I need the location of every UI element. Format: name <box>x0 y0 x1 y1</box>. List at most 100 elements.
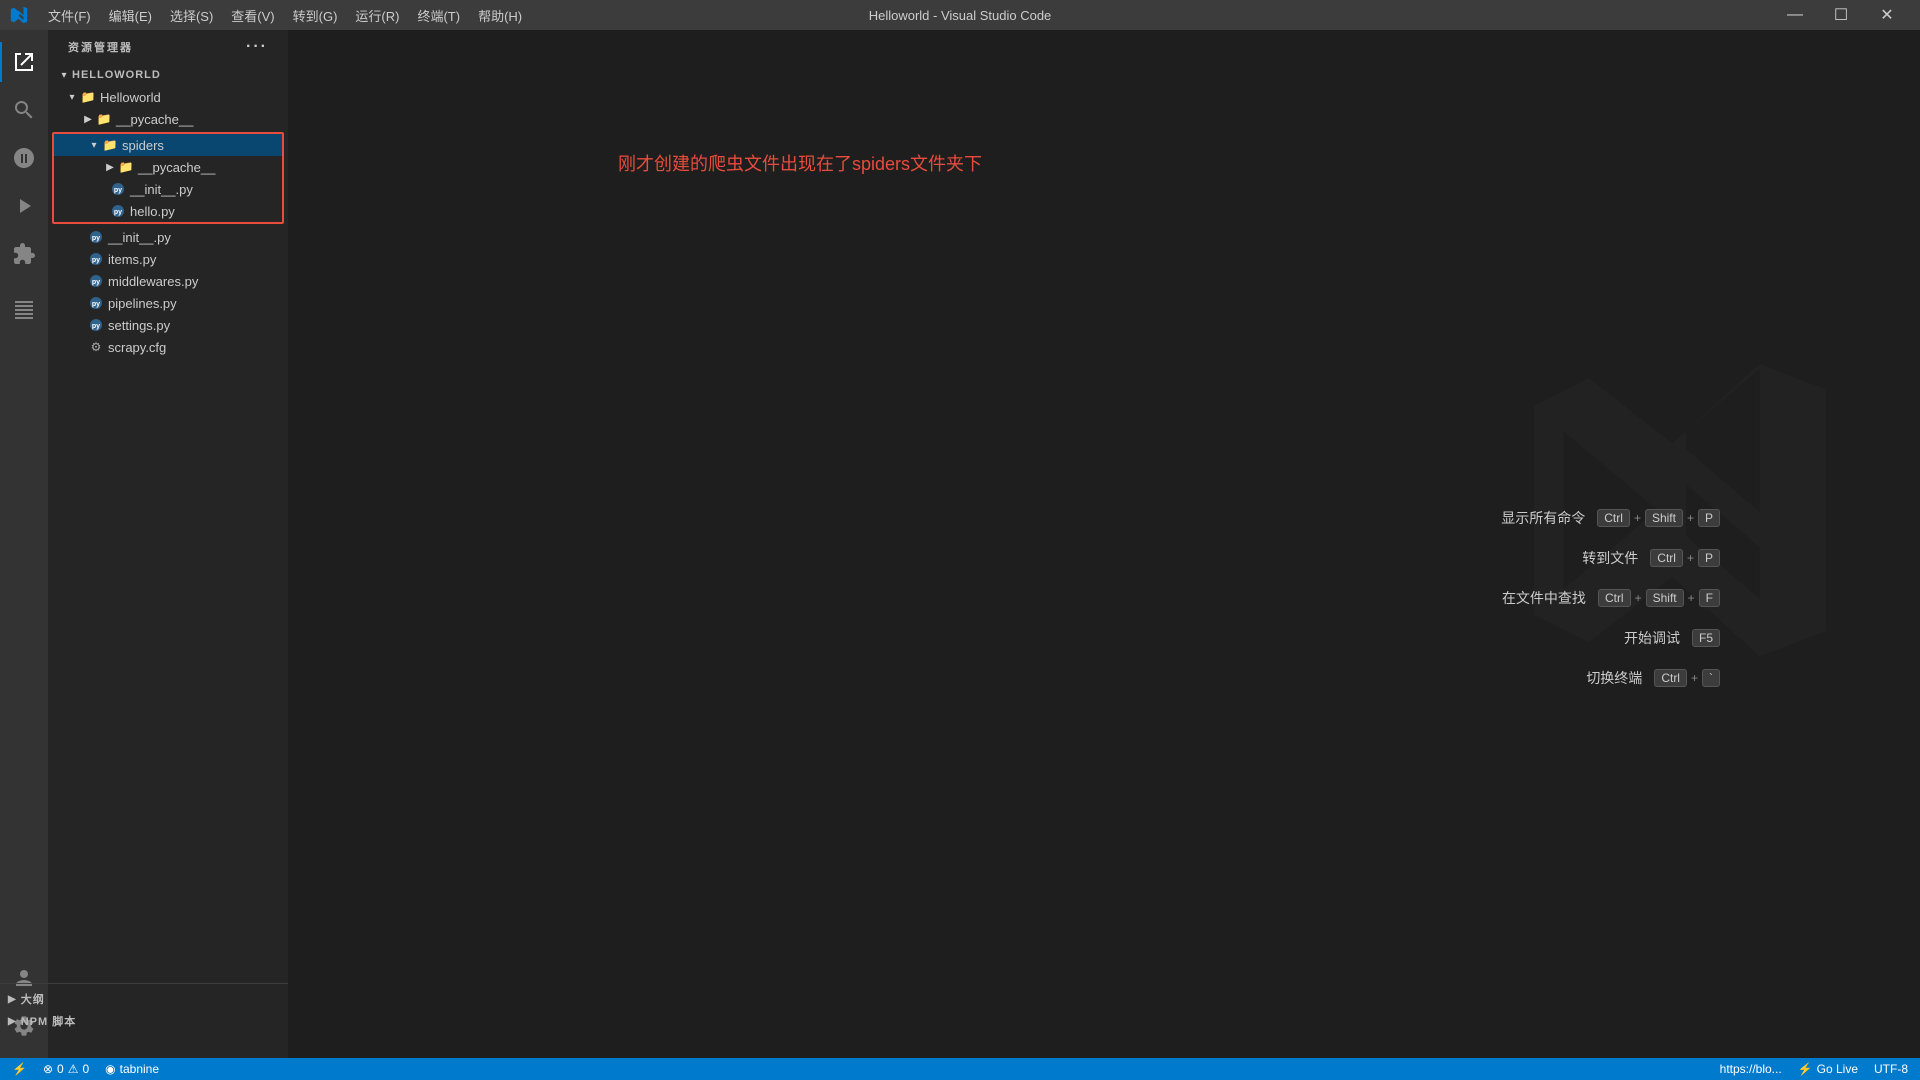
close-button[interactable]: ✕ <box>1864 0 1910 30</box>
file-hello-py[interactable]: py hello.py <box>54 200 282 222</box>
status-bar: ⚡ ⊗ 0 ⚠ 0 ◉ tabnine https://blo... ⚡ Go … <box>0 1058 1920 1080</box>
activity-git[interactable] <box>0 134 48 182</box>
menu-select[interactable]: 选择(S) <box>162 4 221 27</box>
outline-panel: ▶ 大纲 ▶ NPM 脚本 <box>48 983 288 1036</box>
activity-explorer[interactable] <box>0 38 48 86</box>
main-area: 资源管理器 ··· ▾ HELLOWORLD ▾ 📁 Helloworld ▶ … <box>0 30 1920 1058</box>
status-errors[interactable]: ⊗ 0 ⚠ 0 <box>39 1058 93 1080</box>
svg-text:py: py <box>92 279 100 286</box>
editor-content: 刚才创建的爬虫文件出现在了spiders文件夹下 显示所有命令 Ctrl + S… <box>288 30 1920 1058</box>
warning-count: 0 <box>82 1062 89 1076</box>
menu-terminal[interactable]: 终端(T) <box>409 4 468 27</box>
minimize-button[interactable]: — <box>1772 0 1818 30</box>
npm-label: NPM 脚本 <box>48 1013 76 1029</box>
activity-bar <box>0 30 48 1058</box>
status-encoding[interactable]: UTF-8 <box>1870 1058 1912 1080</box>
plus-4: + <box>1691 671 1698 685</box>
file-middlewares-py[interactable]: py middlewares.py <box>48 270 288 292</box>
find-in-files-label: 在文件中查找 <box>1502 588 1586 608</box>
status-url[interactable]: https://blo... <box>1716 1058 1786 1080</box>
annotation-text: 刚才创建的爬虫文件出现在了spiders文件夹下 <box>618 150 982 176</box>
shortcut-all-commands: 显示所有命令 Ctrl + Shift + P <box>1501 508 1720 528</box>
file-settings-py[interactable]: py settings.py <box>48 314 288 336</box>
svg-text:py: py <box>114 209 122 216</box>
folder-helloworld[interactable]: ▾ 📁 Helloworld <box>48 86 288 108</box>
sidebar-header: 资源管理器 ··· <box>48 30 288 64</box>
settings-py-label: settings.py <box>108 318 170 333</box>
file-init-py[interactable]: py __init__.py <box>48 226 288 248</box>
pipelines-py-label: pipelines.py <box>108 296 177 311</box>
all-commands-label: 显示所有命令 <box>1501 508 1585 528</box>
items-py-label: items.py <box>108 252 156 267</box>
key-ctrl-3: Ctrl <box>1598 589 1631 607</box>
goto-file-keys: Ctrl + P <box>1650 549 1720 567</box>
spiders-init-label: __init__.py <box>130 182 193 197</box>
py-icon-settings: py <box>88 317 104 333</box>
plus-1a: + <box>1634 511 1641 525</box>
status-right: https://blo... ⚡ Go Live UTF-8 <box>1716 1058 1912 1080</box>
plus-2: + <box>1687 551 1694 565</box>
npm-panel-header[interactable]: ▶ NPM 脚本 <box>48 1010 288 1032</box>
titlebar: 文件(F) 编辑(E) 选择(S) 查看(V) 转到(G) 运行(R) 终端(T… <box>0 0 1920 30</box>
folder-icon: 📁 <box>80 89 96 105</box>
status-go-live[interactable]: ⚡ Go Live <box>1794 1058 1862 1080</box>
workspace-collapse-arrow[interactable]: ▾ <box>56 67 72 83</box>
file-items-py[interactable]: py items.py <box>48 248 288 270</box>
key-shift-1: Shift <box>1645 509 1683 527</box>
menu-goto[interactable]: 转到(G) <box>285 4 346 27</box>
pycache-root-folder-icon: 📁 <box>96 111 112 127</box>
menu-view[interactable]: 查看(V) <box>223 4 282 27</box>
go-live-label: Go Live <box>1817 1062 1858 1076</box>
remote-icon: ⚡ <box>12 1062 27 1076</box>
encoding-label: UTF-8 <box>1874 1062 1908 1076</box>
folder-spiders-pycache[interactable]: ▶ 📁 __pycache__ <box>54 156 282 178</box>
activity-extensions[interactable] <box>0 230 48 278</box>
file-spiders-init[interactable]: py __init__.py <box>54 178 282 200</box>
more-actions-icon[interactable]: ··· <box>246 38 268 56</box>
py-icon-spiders-init: py <box>110 181 126 197</box>
error-icon: ⊗ <box>43 1062 53 1076</box>
folder-pycache-root[interactable]: ▶ 📁 __pycache__ <box>48 108 288 130</box>
shortcut-toggle-terminal: 切换终端 Ctrl + ` <box>1501 668 1720 688</box>
spiders-pycache-folder-icon: 📁 <box>118 159 134 175</box>
maximize-button[interactable]: ☐ <box>1818 0 1864 30</box>
file-pipelines-py[interactable]: py pipelines.py <box>48 292 288 314</box>
spiders-pycache-label: __pycache__ <box>138 160 215 175</box>
toggle-terminal-keys: Ctrl + ` <box>1654 669 1720 687</box>
outline-panel-header[interactable]: ▶ 大纲 <box>48 988 288 1010</box>
pycache-root-label: __pycache__ <box>116 112 193 127</box>
menu-help[interactable]: 帮助(H) <box>470 4 530 27</box>
error-count: 0 <box>57 1062 64 1076</box>
menu-file[interactable]: 文件(F) <box>40 4 99 27</box>
menu-run[interactable]: 运行(R) <box>347 4 407 27</box>
sidebar: 资源管理器 ··· ▾ HELLOWORLD ▾ 📁 Helloworld ▶ … <box>48 30 288 1058</box>
menu-edit[interactable]: 编辑(E) <box>101 4 160 27</box>
status-left: ⚡ ⊗ 0 ⚠ 0 ◉ tabnine <box>8 1058 163 1080</box>
svg-text:py: py <box>114 187 122 194</box>
key-ctrl-1: Ctrl <box>1597 509 1630 527</box>
spiders-pycache-arrow: ▶ <box>102 159 118 175</box>
shortcut-goto-file: 转到文件 Ctrl + P <box>1501 548 1720 568</box>
file-tree: ▾ HELLOWORLD ▾ 📁 Helloworld ▶ 📁 __pycach… <box>48 64 288 1058</box>
activity-search[interactable] <box>0 86 48 134</box>
folder-spiders[interactable]: ▾ 📁 spiders <box>54 134 282 156</box>
status-remote[interactable]: ⚡ <box>8 1058 31 1080</box>
file-scrapy-cfg[interactable]: ⚙ scrapy.cfg <box>48 336 288 358</box>
all-commands-keys: Ctrl + Shift + P <box>1597 509 1720 527</box>
plugin-name: tabnine <box>120 1062 159 1076</box>
plugin-icon: ◉ <box>105 1062 115 1076</box>
shortcut-find-in-files: 在文件中查找 Ctrl + Shift + F <box>1501 588 1720 608</box>
goto-file-label: 转到文件 <box>1582 548 1638 568</box>
toggle-terminal-label: 切换终端 <box>1586 668 1642 688</box>
go-live-icon: ⚡ <box>1798 1062 1813 1076</box>
py-icon-middlewares: py <box>88 273 104 289</box>
key-f-3: F <box>1699 589 1720 607</box>
status-plugin[interactable]: ◉ tabnine <box>101 1058 163 1080</box>
spiders-highlight: ▾ 📁 spiders ▶ 📁 __pycache__ py __init__.… <box>52 132 284 224</box>
activity-remote[interactable] <box>0 286 48 334</box>
key-p-1: P <box>1698 509 1720 527</box>
activity-run-debug[interactable] <box>0 182 48 230</box>
warning-icon: ⚠ <box>68 1062 79 1076</box>
vscode-logo-icon <box>10 6 28 24</box>
menu-bar: 文件(F) 编辑(E) 选择(S) 查看(V) 转到(G) 运行(R) 终端(T… <box>40 4 530 27</box>
